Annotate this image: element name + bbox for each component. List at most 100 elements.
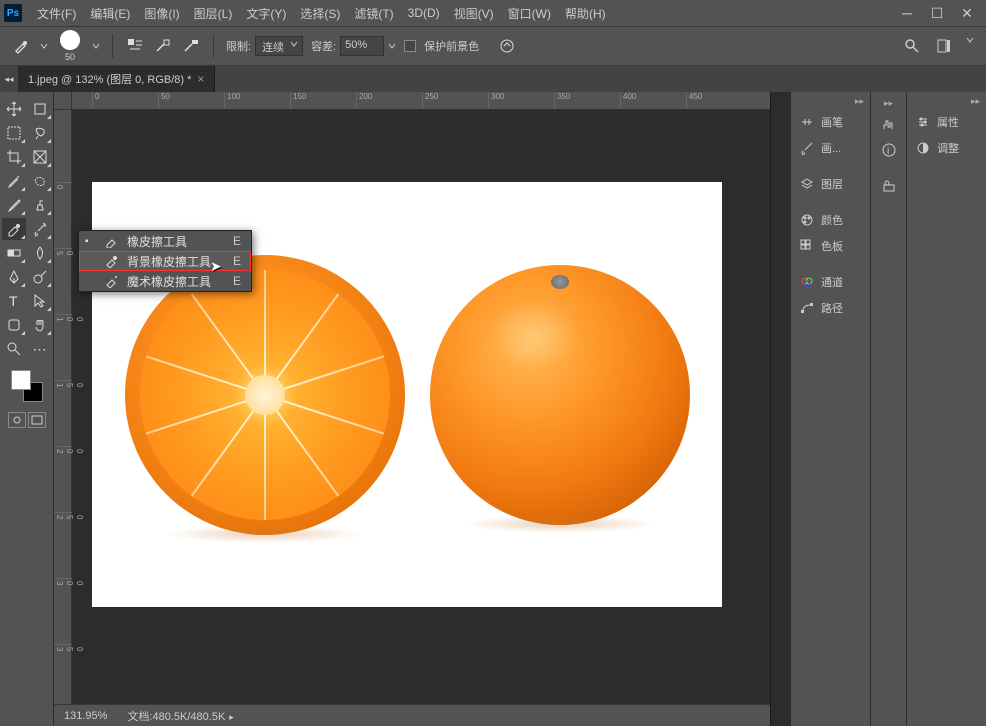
pressure-icon[interactable]: [497, 36, 517, 56]
eyedropper-tool[interactable]: [2, 170, 26, 192]
sampling-swatch-icon[interactable]: [181, 36, 201, 56]
panel-label: 调整: [937, 140, 959, 156]
artboard-tool[interactable]: [28, 98, 52, 120]
panel-color[interactable]: 颜色: [791, 207, 870, 233]
eraser-icon: [103, 233, 119, 249]
current-tool-icon[interactable]: [12, 36, 32, 56]
ruler-horizontal[interactable]: 0 50 100 150 200 250 300 350 400 450: [72, 92, 770, 110]
clone-stamp-tool[interactable]: [28, 194, 52, 216]
edit-toolbar[interactable]: ⋯: [28, 338, 52, 360]
protect-fg-checkbox[interactable]: [404, 40, 416, 52]
frame-tool[interactable]: [28, 146, 52, 168]
panel-histogram[interactable]: [871, 111, 906, 137]
menu-view[interactable]: 视图(V): [447, 0, 501, 26]
search-icon[interactable]: [902, 36, 922, 56]
chevron-right-icon[interactable]: ▸: [229, 712, 234, 722]
ruler-tick: 0: [54, 182, 72, 189]
flyout-shortcut: E: [233, 274, 241, 288]
menu-image[interactable]: 图像(I): [137, 0, 186, 26]
close-tab-icon[interactable]: ×: [197, 72, 204, 86]
panel-info[interactable]: i: [871, 137, 906, 163]
menu-help[interactable]: 帮助(H): [558, 0, 613, 26]
quick-mask-icon[interactable]: [8, 412, 26, 428]
path-select-tool[interactable]: [28, 290, 52, 312]
lasso-tool[interactable]: [28, 122, 52, 144]
menu-select[interactable]: 选择(S): [293, 0, 347, 26]
menu-filter[interactable]: 滤镜(T): [347, 0, 400, 26]
chevron-down-icon[interactable]: [966, 36, 974, 44]
close-button[interactable]: ✕: [952, 0, 982, 26]
zoom-level[interactable]: 131.95%: [64, 710, 107, 722]
brush-tool[interactable]: [2, 194, 26, 216]
flyout-label: 橡皮擦工具: [127, 233, 211, 250]
marquee-tool[interactable]: [2, 122, 26, 144]
zoom-tool[interactable]: [2, 338, 26, 360]
maximize-button[interactable]: ☐: [922, 0, 952, 26]
ruler-vertical[interactable]: 0 50 100 150 200 250 300 350: [54, 110, 72, 726]
menu-file[interactable]: 文件(F): [30, 0, 83, 26]
limit-select[interactable]: 连续: [255, 36, 303, 56]
ruler-tick: 450: [686, 92, 702, 110]
gradient-tool[interactable]: [2, 242, 26, 264]
panel-column-1: ▸▸ 画笔 画... 图层 颜色 色板 通道 路径: [790, 92, 870, 726]
panel-brush-presets[interactable]: 画...: [791, 135, 870, 161]
color-icon: [799, 212, 815, 228]
menu-type[interactable]: 文字(Y): [239, 0, 293, 26]
flyout-item-magic-eraser[interactable]: 魔术橡皮擦工具 E: [79, 271, 251, 291]
collapse-toolbar-icon[interactable]: ◂◂: [0, 66, 18, 92]
patch-tool[interactable]: [28, 170, 52, 192]
menu-layer[interactable]: 图层(L): [187, 0, 240, 26]
sampling-once-icon[interactable]: [153, 36, 173, 56]
app-logo: Ps: [4, 4, 22, 22]
color-swatches[interactable]: [11, 370, 43, 402]
flyout-item-eraser[interactable]: ▪ 橡皮擦工具 E: [79, 231, 251, 251]
menu-3d[interactable]: 3D(D): [401, 0, 447, 26]
dodge-tool[interactable]: [28, 266, 52, 288]
panel-label: 属性: [937, 114, 959, 130]
tolerance-input[interactable]: 50%: [340, 36, 384, 56]
chevron-down-icon[interactable]: [40, 42, 48, 50]
panel-swatches[interactable]: 色板: [791, 233, 870, 259]
image-orange-whole: [430, 265, 690, 525]
hand-tool[interactable]: [28, 314, 52, 336]
divider: [112, 34, 113, 58]
panel-adjustments[interactable]: 调整: [907, 135, 986, 161]
sampling-continuous-icon[interactable]: [125, 36, 145, 56]
move-tool[interactable]: [2, 98, 26, 120]
workspace-icon[interactable]: [934, 36, 954, 56]
foreground-color[interactable]: [11, 370, 31, 390]
ruler-tick: 0: [92, 92, 99, 110]
menu-edit[interactable]: 编辑(E): [83, 0, 137, 26]
panel-character[interactable]: [871, 173, 906, 199]
blur-tool[interactable]: [28, 242, 52, 264]
document-size[interactable]: 文档:480.5K/480.5K▸: [127, 708, 233, 724]
flyout-item-background-eraser[interactable]: 背景橡皮擦工具 E: [79, 251, 251, 271]
protect-fg-option[interactable]: 保护前景色: [404, 38, 479, 54]
info-icon: i: [881, 142, 897, 158]
menu-window[interactable]: 窗口(W): [501, 0, 558, 26]
collapse-panel-icon[interactable]: ▸▸: [791, 96, 870, 109]
options-right: [902, 36, 974, 56]
panel-layers[interactable]: 图层: [791, 171, 870, 197]
chevron-down-icon[interactable]: [388, 42, 396, 50]
crop-tool[interactable]: [2, 146, 26, 168]
collapse-panel-icon[interactable]: ▸▸: [871, 96, 906, 111]
collapse-panel-icon[interactable]: ▸▸: [907, 96, 986, 109]
panel-properties[interactable]: 属性: [907, 109, 986, 135]
shape-tool[interactable]: [2, 314, 26, 336]
document-tab[interactable]: 1.jpeg @ 132% (图层 0, RGB/8) * ×: [18, 66, 215, 92]
screen-mode-icon[interactable]: [28, 412, 46, 428]
ruler-tick: 300: [54, 578, 72, 585]
panel-paths[interactable]: 路径: [791, 295, 870, 321]
panel-channels[interactable]: 通道: [791, 269, 870, 295]
pen-tool[interactable]: [2, 266, 26, 288]
panel-column-3: ▸▸ 属性 调整: [906, 92, 986, 726]
minimize-button[interactable]: ─: [892, 0, 922, 26]
type-tool[interactable]: T: [2, 290, 26, 312]
panel-brushes[interactable]: 画笔: [791, 109, 870, 135]
eraser-tool[interactable]: [2, 218, 26, 240]
brush-preset[interactable]: 50: [60, 30, 80, 62]
limit-label: 限制:: [226, 38, 251, 54]
chevron-down-icon[interactable]: [92, 42, 100, 50]
history-brush-tool[interactable]: [28, 218, 52, 240]
